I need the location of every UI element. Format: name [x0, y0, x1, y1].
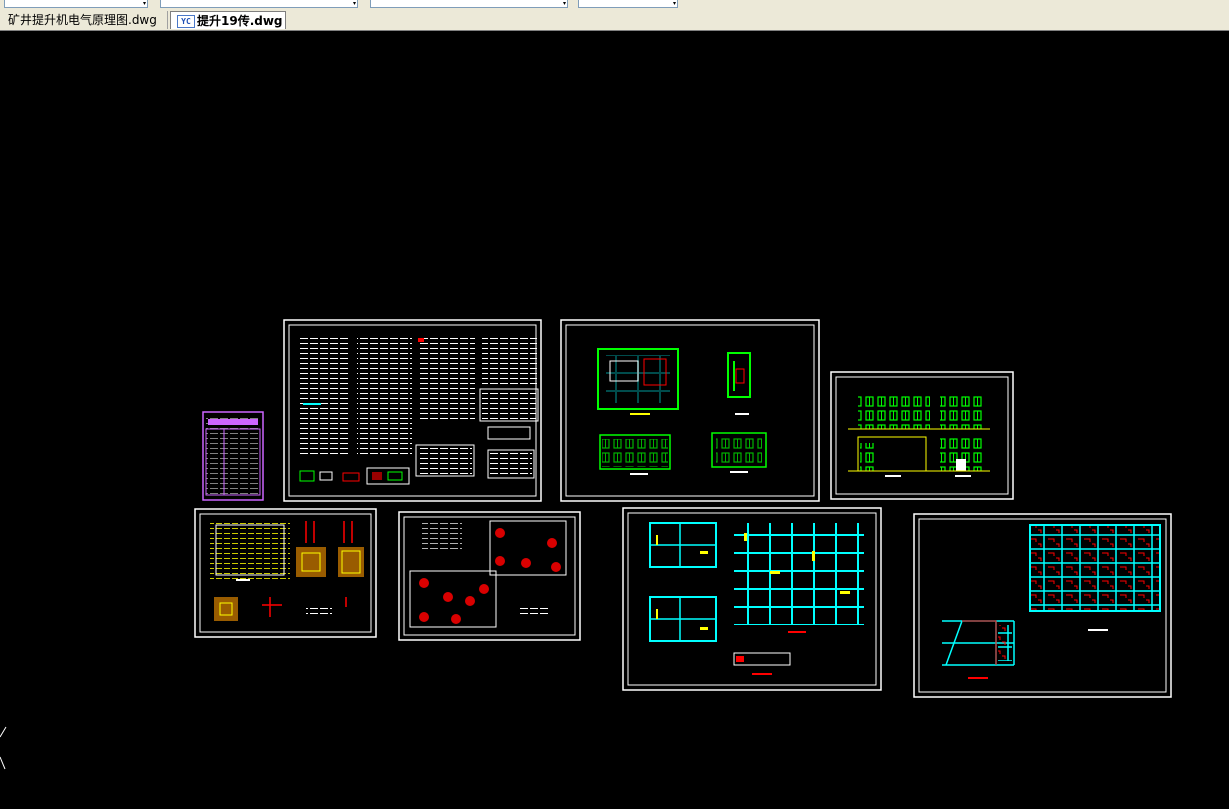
floor-plans-sheet[interactable] — [560, 319, 820, 502]
chevron-down-icon: ▾ — [562, 0, 566, 7]
ucs-icon — [0, 726, 7, 770]
foundation-details-sheet[interactable] — [194, 508, 377, 638]
tab-label: 提升19传.dwg — [197, 14, 283, 28]
slab-reinforcement-sheet[interactable] — [913, 513, 1172, 698]
elevations-sheet[interactable] — [830, 371, 1014, 500]
design-notes-sheet[interactable] — [283, 319, 542, 502]
linetype-combo[interactable]: ▾ — [370, 0, 568, 8]
chevron-down-icon: ▾ — [352, 0, 356, 7]
layer-combo[interactable]: ▾ — [4, 0, 148, 8]
chevron-down-icon: ▾ — [672, 0, 676, 7]
tab-hoist-19[interactable]: YC 提升19传.dwg — [170, 11, 286, 29]
beam-framing-sheet[interactable] — [622, 507, 882, 691]
tab-mine-hoist-diagram[interactable]: 矿井提升机电气原理图.dwg — [0, 11, 168, 29]
model-space — [0, 319, 1172, 770]
pile-layout-sheet[interactable] — [398, 511, 581, 641]
drawing-canvas[interactable] — [0, 31, 1229, 809]
document-tab-bar: 矿井提升机电气原理图.dwg YC 提升19传.dwg — [0, 9, 1229, 31]
cover-sheet[interactable] — [202, 411, 264, 501]
lineweight-combo[interactable]: ▾ — [578, 0, 678, 8]
cad-file-icon: YC — [177, 15, 195, 28]
chevron-down-icon: ▾ — [142, 0, 146, 7]
color-combo[interactable]: ▾ — [160, 0, 358, 8]
tab-label: 矿井提升机电气原理图.dwg — [8, 13, 157, 27]
